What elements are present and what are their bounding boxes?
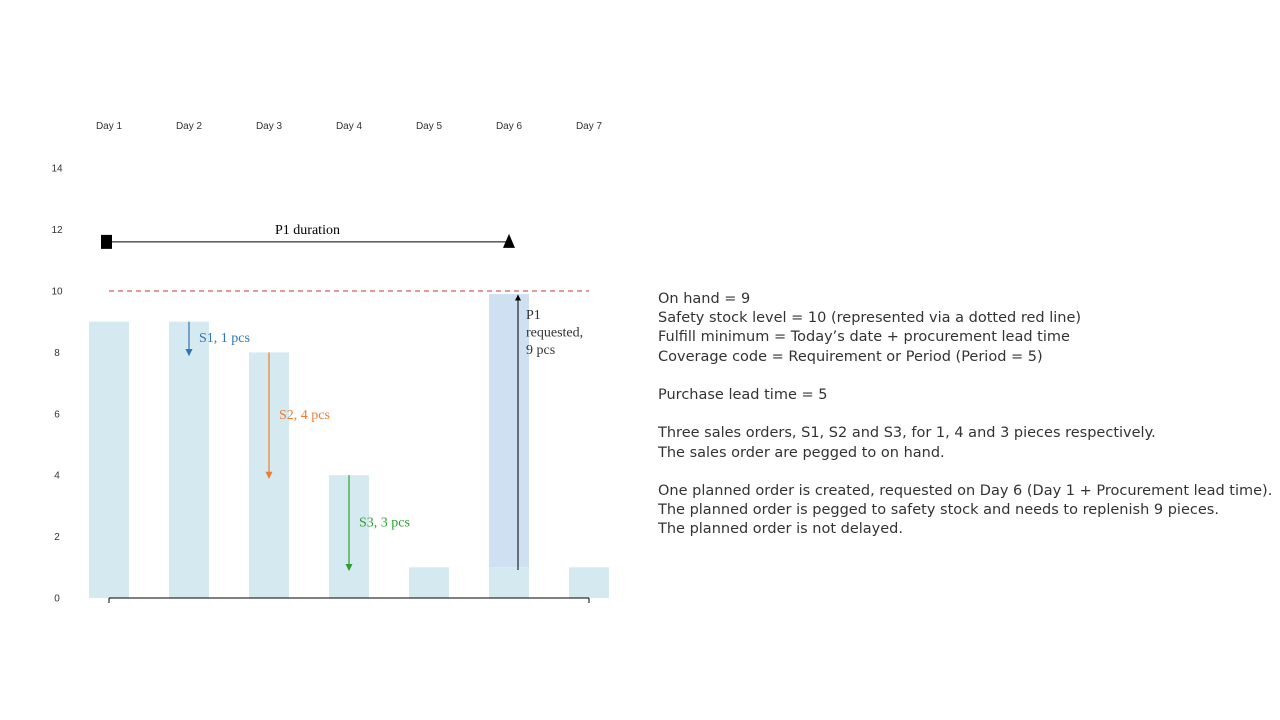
note-line: The planned order is pegged to safety st… <box>658 502 1219 519</box>
sales-order-label: S2, 4 pcs <box>279 408 330 423</box>
note-line: One planned order is created, requested … <box>658 482 1273 499</box>
bar <box>489 567 529 598</box>
duration-label: P1 duration <box>275 223 340 238</box>
planned-order-label-line: 9 pcs <box>526 343 555 358</box>
bar <box>169 321 209 598</box>
planned-order-label-line: requested, <box>526 326 583 341</box>
planned-order-label: P1 requested, 9 pcs <box>526 308 583 358</box>
inventory-chart: Day 1 Day 2 Day 3 Day 4 Day 5 Day 6 Day 7 0 2 4 6 8… <box>51 121 609 605</box>
bar <box>409 567 449 598</box>
sales-order-label: S1, 1 pcs <box>199 331 250 346</box>
note-line: Purchase lead time = 5 <box>658 387 828 403</box>
duration-end-marker <box>503 233 515 248</box>
y-tick-label: 2 <box>54 532 60 543</box>
sales-order-label: S3, 3 pcs <box>359 515 410 530</box>
notes-spacer <box>658 405 1268 424</box>
notes-spacer <box>658 463 1268 482</box>
y-tick-label: 6 <box>54 409 60 420</box>
x-tick-label: Day 3 <box>256 121 283 132</box>
y-tick-label: 10 <box>51 287 63 298</box>
note-line: Coverage code = Requirement or Period (P… <box>658 348 1043 365</box>
y-tick-label: 8 <box>54 348 60 359</box>
x-tick-label: Day 7 <box>576 121 603 132</box>
x-tick-label: Day 2 <box>176 121 203 132</box>
planned-order-label-line: P1 <box>526 308 541 323</box>
note-line: Three sales orders, S1, S2 and S3, for 1… <box>658 425 1156 442</box>
duration-start-marker <box>101 234 112 249</box>
bar <box>89 321 129 598</box>
note-line: The sales order are pegged to on hand. <box>658 444 945 461</box>
x-tick-label: Day 1 <box>96 121 123 132</box>
note-line: Fulfill minimum = Today’s date + procure… <box>658 329 1070 346</box>
x-tick-label: Day 6 <box>496 121 523 132</box>
bar <box>569 567 609 598</box>
note-line: The planned order is not delayed. <box>658 521 903 538</box>
planned-order-bar <box>489 294 529 568</box>
note-line: Safety stock level = 10 (represented via… <box>658 310 1082 327</box>
x-tick-label: Day 5 <box>416 121 443 132</box>
x-tick-label: Day 4 <box>336 121 363 132</box>
y-tick-label: 0 <box>54 594 60 605</box>
y-tick-label: 4 <box>54 471 60 482</box>
y-tick-label: 12 <box>51 225 63 236</box>
note-line: On hand = 9 <box>658 291 751 307</box>
notes-panel: On hand = 9 Safety stock level = 10 (repr… <box>658 290 1273 540</box>
notes-spacer <box>658 367 1268 386</box>
y-tick-label: 14 <box>51 164 63 175</box>
